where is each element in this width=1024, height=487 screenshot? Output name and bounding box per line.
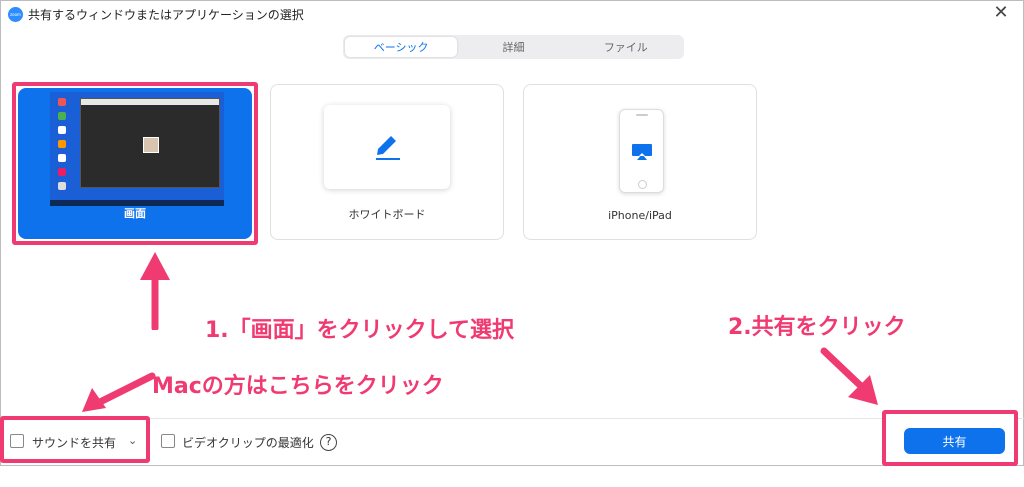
tab-files[interactable]: ファイル: [570, 37, 682, 57]
annotation-step2: 2.共有をクリック: [728, 315, 906, 340]
annotation-step1: 1.「画面」をクリックして選択: [205, 318, 515, 343]
tab-advanced[interactable]: 詳細: [457, 37, 569, 57]
zoom-app-icon: zoom: [8, 7, 23, 22]
arrow-to-sound-option: [82, 372, 156, 412]
bottom-bar: [0, 418, 1024, 466]
source-card-screen[interactable]: 画面: [12, 82, 258, 245]
screen-card-highlight: 画面: [18, 88, 252, 239]
optimize-video-label[interactable]: ビデオクリップの最適化: [182, 434, 314, 451]
help-icon[interactable]: ?: [320, 434, 337, 451]
desktop-thumbnail: [50, 92, 224, 206]
share-sound-label[interactable]: サウンドを共有: [32, 434, 116, 451]
source-label-screen: 画面: [124, 207, 146, 220]
whiteboard-preview: [324, 105, 450, 189]
close-icon[interactable]: ✕: [993, 4, 1009, 22]
chevron-down-icon[interactable]: ⌄: [128, 434, 137, 447]
arrow-up-to-screen: [140, 252, 170, 330]
airplay-icon: [632, 144, 652, 160]
tab-bar: ベーシック 詳細 ファイル: [343, 35, 684, 59]
arrow-to-share-button: [820, 347, 878, 405]
source-label-whiteboard: ホワイトボード: [348, 208, 426, 221]
phone-outline-icon: [619, 109, 664, 193]
desktop-icons: [54, 98, 74, 196]
title-bar: zoom 共有するウィンドウまたはアプリケーションの選択 ✕: [1, 1, 1023, 27]
window-title: 共有するウィンドウまたはアプリケーションの選択: [28, 8, 304, 22]
optimize-video-checkbox[interactable]: [161, 434, 175, 448]
source-card-iphone-ipad[interactable]: iPhone/iPad: [523, 84, 757, 240]
pen-icon: [376, 136, 400, 160]
source-card-whiteboard[interactable]: ホワイトボード: [270, 84, 504, 240]
annotation-mac: Macの方はこちらをクリック: [152, 374, 444, 399]
source-label-iphone-ipad: iPhone/iPad: [608, 209, 672, 222]
participant-face: [143, 137, 159, 153]
thumbnail-zoom-window: [80, 98, 220, 188]
share-sound-checkbox[interactable]: [10, 434, 24, 448]
tab-basic[interactable]: ベーシック: [345, 37, 458, 57]
share-button[interactable]: 共有: [904, 428, 1005, 454]
